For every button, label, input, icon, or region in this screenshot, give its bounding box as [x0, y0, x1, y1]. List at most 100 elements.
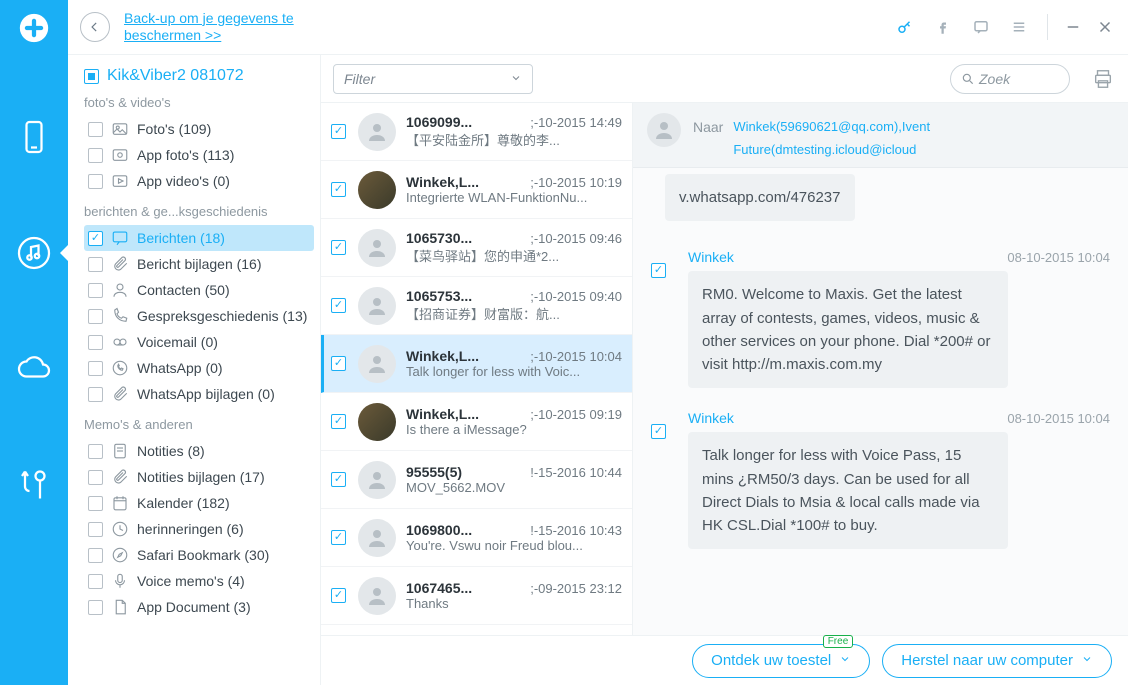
- minimize-button[interactable]: [1062, 13, 1084, 41]
- bubble-checkbox[interactable]: [651, 424, 666, 439]
- discover-device-button[interactable]: Ontdek uw toestel Free: [692, 644, 870, 678]
- avatar: [358, 345, 396, 383]
- message-row[interactable]: 1065753...;-10-2015 09:40【招商证券】财富版：航...: [321, 277, 632, 335]
- message-row[interactable]: 1069099...;-10-2015 14:49【平安陆金所】尊敬的李...: [321, 103, 632, 161]
- message-row[interactable]: Winkek,L...;-10-2015 09:19Is there a iMe…: [321, 393, 632, 451]
- tree-item[interactable]: Kalender (182): [84, 490, 314, 516]
- item-checkbox[interactable]: [88, 283, 103, 298]
- close-button[interactable]: [1094, 13, 1116, 41]
- item-checkbox[interactable]: [88, 174, 103, 189]
- row-checkbox[interactable]: [331, 356, 346, 371]
- message-row[interactable]: 1069800...!-15-2016 10:43You're. Vswu no…: [321, 509, 632, 567]
- tree-item[interactable]: Bericht bijlagen (16): [84, 251, 314, 277]
- category-icon: [111, 494, 129, 512]
- item-checkbox[interactable]: [88, 574, 103, 589]
- recipient-link[interactable]: Winkek(59690621@qq.com),Ivent: [733, 119, 930, 134]
- tree-item[interactable]: Voice memo's (4): [84, 568, 314, 594]
- item-checkbox[interactable]: [88, 231, 103, 246]
- tree-item[interactable]: App foto's (113): [84, 142, 314, 168]
- item-checkbox[interactable]: [88, 361, 103, 376]
- tree-item[interactable]: App video's (0): [84, 168, 314, 194]
- tree-item[interactable]: herinneringen (6): [84, 516, 314, 542]
- item-checkbox[interactable]: [88, 148, 103, 163]
- tree-item[interactable]: Notities (8): [84, 438, 314, 464]
- message-preview: Thanks: [406, 596, 622, 611]
- item-checkbox[interactable]: [88, 387, 103, 402]
- search-input[interactable]: Zoek: [950, 64, 1070, 94]
- item-checkbox[interactable]: [88, 122, 103, 137]
- recipient-link[interactable]: Future(dmtesting.icloud@icloud: [733, 142, 916, 157]
- bubble-sender: Winkek: [688, 410, 734, 426]
- row-checkbox[interactable]: [331, 182, 346, 197]
- nav-music-icon[interactable]: [0, 219, 68, 287]
- tree-item-label: Berichten (18): [137, 230, 225, 246]
- facebook-icon[interactable]: [929, 13, 957, 41]
- row-checkbox[interactable]: [331, 414, 346, 429]
- item-checkbox[interactable]: [88, 309, 103, 324]
- row-checkbox[interactable]: [331, 472, 346, 487]
- message-row[interactable]: 1065730...;-10-2015 09:46【菜鸟驿站】您的申通*2...: [321, 219, 632, 277]
- category-icon: [111, 146, 129, 164]
- nav-cloud-icon[interactable]: [0, 335, 68, 403]
- tree-item[interactable]: Voicemail (0): [84, 329, 314, 355]
- sender-name: 1065730...: [406, 230, 472, 246]
- tree-item[interactable]: WhatsApp (0): [84, 355, 314, 381]
- item-checkbox[interactable]: [88, 335, 103, 350]
- message-detail: Naar Winkek(59690621@qq.com),Ivent Futur…: [633, 103, 1128, 635]
- tree-item[interactable]: Berichten (18): [84, 225, 314, 251]
- item-checkbox[interactable]: [88, 600, 103, 615]
- device-checkbox[interactable]: [84, 69, 99, 84]
- category-icon: [111, 255, 129, 273]
- tree-item[interactable]: App Document (3): [84, 594, 314, 620]
- tree-item-label: Foto's (109): [137, 121, 211, 137]
- filter-dropdown[interactable]: Filter: [333, 64, 533, 94]
- avatar: [647, 113, 681, 147]
- message-row[interactable]: 95555(5)!-15-2016 10:44MOV_5662.MOV: [321, 451, 632, 509]
- message-row[interactable]: Winkek,L...;-10-2015 10:04Talk longer fo…: [321, 335, 632, 393]
- bubble-checkbox[interactable]: [651, 263, 666, 278]
- tree-item[interactable]: Foto's (109): [84, 116, 314, 142]
- message-date: !-15-2016 10:43: [530, 523, 622, 538]
- tree-item[interactable]: Contacten (50): [84, 277, 314, 303]
- row-checkbox[interactable]: [331, 530, 346, 545]
- row-checkbox[interactable]: [331, 124, 346, 139]
- message-preview: Is there a iMessage?: [406, 422, 622, 437]
- tree-item-label: Notities (8): [137, 443, 205, 459]
- message-date: ;-10-2015 10:19: [530, 175, 622, 190]
- category-icon: [111, 359, 129, 377]
- backup-link[interactable]: Back-up om je gegevens te beschermen >>: [124, 10, 324, 45]
- key-icon[interactable]: [891, 13, 919, 41]
- bubble-sender: Winkek: [688, 249, 734, 265]
- avatar: [358, 229, 396, 267]
- item-checkbox[interactable]: [88, 522, 103, 537]
- row-checkbox[interactable]: [331, 298, 346, 313]
- tree-item-label: Voicemail (0): [137, 334, 218, 350]
- sender-name: Winkek,L...: [406, 348, 479, 364]
- menu-icon[interactable]: [1005, 13, 1033, 41]
- tree-item[interactable]: Safari Bookmark (30): [84, 542, 314, 568]
- message-date: !-15-2016 10:44: [530, 465, 622, 480]
- recipients: Winkek(59690621@qq.com),Ivent Future(dmt…: [733, 119, 1114, 157]
- item-checkbox[interactable]: [88, 548, 103, 563]
- nav-tools-icon[interactable]: [0, 451, 68, 519]
- item-checkbox[interactable]: [88, 470, 103, 485]
- device-title[interactable]: Kik&Viber2 081072: [84, 67, 314, 85]
- message-row[interactable]: 1067465...;-09-2015 23:12Thanks: [321, 567, 632, 625]
- message-row[interactable]: Winkek,L...;-10-2015 10:19Integrierte WL…: [321, 161, 632, 219]
- category-icon: [111, 468, 129, 486]
- item-checkbox[interactable]: [88, 496, 103, 511]
- row-checkbox[interactable]: [331, 240, 346, 255]
- tree-item[interactable]: WhatsApp bijlagen (0): [84, 381, 314, 407]
- restore-button[interactable]: Herstel naar uw computer: [882, 644, 1112, 678]
- print-button[interactable]: [1090, 66, 1116, 92]
- tree-item[interactable]: Gespreksgeschiedenis (13): [84, 303, 314, 329]
- topbar: Back-up om je gegevens te beschermen >>: [68, 0, 1128, 55]
- item-checkbox[interactable]: [88, 444, 103, 459]
- feedback-icon[interactable]: [967, 13, 995, 41]
- back-button[interactable]: [80, 12, 110, 42]
- tree-item[interactable]: Notities bijlagen (17): [84, 464, 314, 490]
- tree-item-label: herinneringen (6): [137, 521, 244, 537]
- nav-phone-icon[interactable]: [0, 103, 68, 171]
- row-checkbox[interactable]: [331, 588, 346, 603]
- item-checkbox[interactable]: [88, 257, 103, 272]
